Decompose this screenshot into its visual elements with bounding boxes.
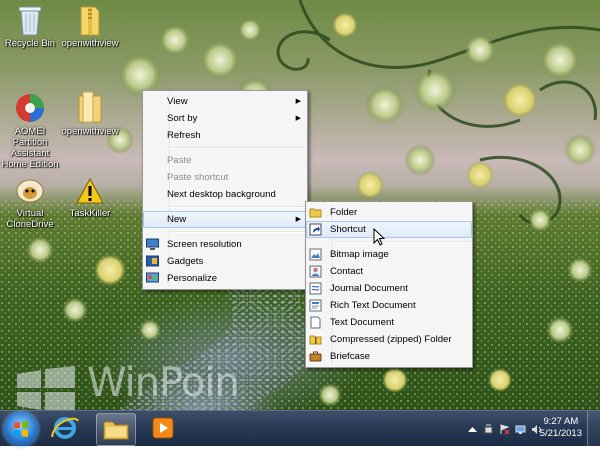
desktop-icon-taskkiller[interactable]: TaskKiller bbox=[58, 176, 122, 219]
new-item-folder[interactable]: Folder bbox=[306, 204, 472, 221]
menu-item-view[interactable]: View ▶ bbox=[143, 93, 307, 110]
taskbar: 9:27 AM 5/21/2013 bbox=[0, 410, 600, 446]
menu-item-label: View bbox=[167, 96, 188, 107]
safely-remove-hardware-icon[interactable] bbox=[483, 424, 494, 435]
desktop-icon-virtual-clonedrive[interactable]: Virtual CloneDrive bbox=[0, 176, 62, 230]
menu-item-label: Journal Document bbox=[330, 283, 408, 294]
zip-folder-icon bbox=[80, 6, 100, 36]
sheep-icon bbox=[16, 179, 44, 203]
desktop[interactable]: Recycle Bin openwithview AOMEI Partition… bbox=[0, 0, 600, 410]
rich-text-document-icon bbox=[309, 299, 322, 312]
desktop-icon-label: TaskKiller bbox=[69, 208, 111, 219]
menu-item-label: Folder bbox=[330, 207, 358, 218]
taskbar-windows-explorer[interactable] bbox=[96, 413, 136, 446]
menu-item-new[interactable]: New ▶ bbox=[143, 211, 307, 228]
menu-item-label: Bitmap image bbox=[330, 249, 389, 260]
submenu-arrow-icon: ▶ bbox=[295, 216, 301, 223]
menu-item-label: Personalize bbox=[167, 273, 218, 284]
folder-icon bbox=[309, 208, 322, 218]
menu-item-gadgets[interactable]: Gadgets bbox=[143, 253, 307, 270]
menu-item-screen-resolution[interactable]: Screen resolution bbox=[143, 236, 307, 253]
new-item-text-document[interactable]: Text Document bbox=[306, 314, 472, 331]
menu-item-paste-shortcut[interactable]: Paste shortcut bbox=[143, 169, 307, 186]
journal-document-icon bbox=[309, 282, 322, 295]
clock-time: 9:27 AM bbox=[543, 416, 579, 427]
contact-icon bbox=[309, 265, 322, 278]
desktop-icon-label: Virtual CloneDrive bbox=[6, 208, 54, 230]
taskbar-clock[interactable]: 9:27 AM 5/21/2013 bbox=[540, 416, 582, 440]
compressed-folder-icon bbox=[309, 335, 322, 345]
taskbar-internet-explorer[interactable] bbox=[46, 413, 84, 444]
new-item-shortcut[interactable]: Shortcut bbox=[306, 221, 472, 238]
menu-item-personalize[interactable]: Personalize bbox=[143, 270, 307, 287]
desktop-icon-label: AOMEI Partition Assistant Home Edition bbox=[1, 126, 59, 170]
new-item-compressed-folder[interactable]: Compressed (zipped) Folder bbox=[306, 331, 472, 348]
new-item-rich-text-document[interactable]: Rich Text Document bbox=[306, 297, 472, 314]
personalize-icon bbox=[146, 272, 159, 283]
menu-item-label: Briefcase bbox=[330, 351, 370, 362]
desktop-icon-openwithview-1[interactable]: openwithview bbox=[58, 4, 122, 49]
media-player-icon bbox=[152, 417, 174, 439]
menu-item-label: Contact bbox=[330, 266, 364, 277]
shortcut-icon bbox=[309, 223, 322, 236]
network-icon[interactable] bbox=[515, 424, 526, 435]
menu-item-label: Gadgets bbox=[167, 256, 204, 267]
menu-item-label: Paste shortcut bbox=[167, 172, 229, 183]
desktop-icon-label: openwithview bbox=[61, 126, 119, 137]
winpoin-watermark: WinPoin bbox=[15, 360, 240, 410]
recycle-bin-icon bbox=[18, 6, 42, 36]
desktop-context-menu: View ▶ Sort by ▶ Refresh Paste Paste sho… bbox=[142, 90, 308, 290]
submenu-arrow-icon: ▶ bbox=[295, 98, 301, 105]
action-center-icon[interactable] bbox=[499, 424, 510, 435]
menu-item-next-desktop-background[interactable]: Next desktop background bbox=[143, 186, 307, 203]
menu-separator bbox=[171, 231, 305, 233]
text-document-icon bbox=[310, 316, 321, 329]
menu-item-label: Screen resolution bbox=[167, 239, 242, 250]
menu-separator bbox=[171, 206, 305, 208]
menu-item-label: Refresh bbox=[167, 130, 201, 141]
bitmap-image-icon bbox=[309, 248, 322, 261]
menu-item-refresh[interactable]: Refresh bbox=[143, 127, 307, 144]
internet-explorer-icon bbox=[51, 417, 79, 439]
warning-icon bbox=[76, 177, 104, 204]
clock-date: 5/21/2013 bbox=[539, 428, 582, 439]
menu-item-label: Sort by bbox=[167, 113, 198, 124]
desktop-icon-recycle-bin[interactable]: Recycle Bin bbox=[0, 4, 62, 49]
gadgets-icon bbox=[146, 255, 159, 267]
briefcase-icon bbox=[309, 351, 322, 362]
menu-item-label: Next desktop background bbox=[167, 189, 276, 200]
windows-logo-icon bbox=[17, 366, 75, 410]
menu-item-paste[interactable]: Paste bbox=[143, 152, 307, 169]
aomei-partition-icon bbox=[16, 94, 44, 122]
new-item-journal-document[interactable]: Journal Document bbox=[306, 280, 472, 297]
show-hidden-icons-icon[interactable] bbox=[467, 424, 478, 435]
menu-item-label: New bbox=[167, 214, 187, 225]
menu-separator bbox=[334, 241, 470, 243]
submenu-arrow-icon: ▶ bbox=[295, 115, 301, 122]
menu-item-label: Text Document bbox=[330, 317, 394, 328]
start-button[interactable] bbox=[4, 412, 38, 446]
desktop-icon-openwithview-2[interactable]: openwithview bbox=[58, 90, 122, 137]
new-submenu: Folder Shortcut Bitmap image Contact Jou… bbox=[305, 201, 473, 368]
new-item-bitmap-image[interactable]: Bitmap image bbox=[306, 246, 472, 263]
menu-item-label: Compressed (zipped) Folder bbox=[330, 334, 452, 345]
show-desktop-button[interactable] bbox=[587, 411, 600, 446]
screen-resolution-icon bbox=[146, 238, 159, 250]
new-item-contact[interactable]: Contact bbox=[306, 263, 472, 280]
menu-item-label: Rich Text Document bbox=[330, 300, 416, 311]
menu-item-label: Shortcut bbox=[330, 224, 366, 235]
watermark-text: WinPoin bbox=[87, 360, 240, 406]
menu-item-label: Paste bbox=[167, 155, 192, 166]
desktop-icon-aomei[interactable]: AOMEI Partition Assistant Home Edition bbox=[0, 92, 62, 170]
menu-separator bbox=[171, 147, 305, 149]
desktop-icon-label: Recycle Bin bbox=[4, 38, 56, 49]
windows-explorer-icon bbox=[103, 421, 129, 440]
menu-item-sort-by[interactable]: Sort by ▶ bbox=[143, 110, 307, 127]
desktop-icon-label: openwithview bbox=[61, 38, 119, 49]
windows-logo-icon bbox=[14, 421, 28, 437]
taskbar-media-player[interactable] bbox=[144, 413, 182, 444]
mouse-cursor-icon bbox=[373, 228, 385, 246]
folder-icon bbox=[78, 91, 102, 123]
new-item-briefcase[interactable]: Briefcase bbox=[306, 348, 472, 365]
